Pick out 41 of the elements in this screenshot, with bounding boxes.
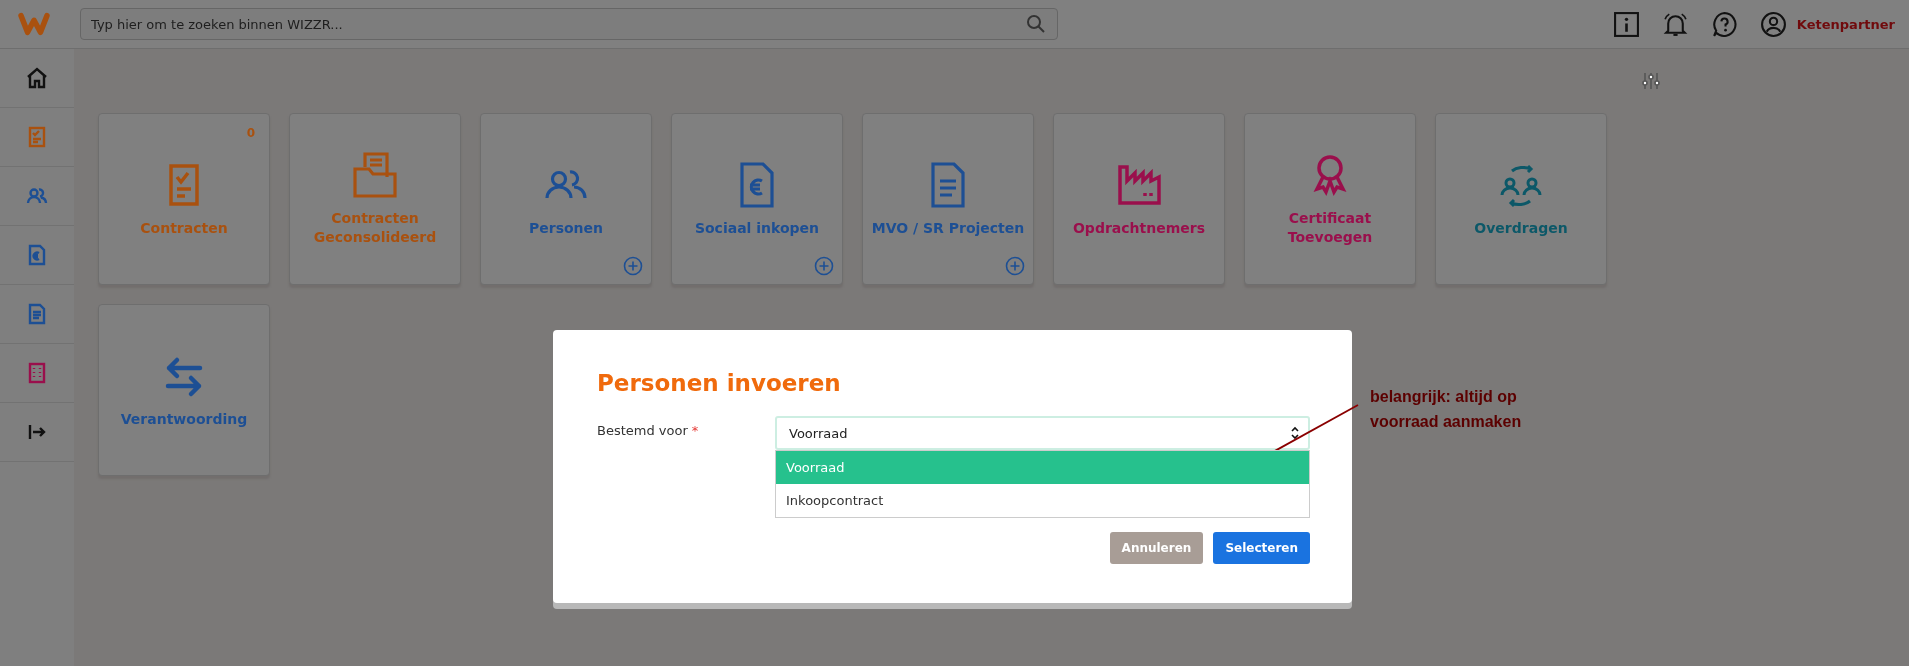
annotation-text: belangrijk: altijd op voorraad aanmaken [1370,387,1522,432]
tile-label: Contracten Geconsolideerd [313,209,437,247]
user-icon[interactable] [1759,10,1787,38]
dashboard-tile[interactable]: Sociaal inkopen [671,113,843,285]
select-button[interactable]: Selecteren [1213,532,1310,564]
select-field[interactable]: Voorraad [775,416,1310,450]
home-icon[interactable] [25,66,49,90]
search-icon[interactable] [1026,14,1046,34]
folder-icon [351,151,399,199]
dashboard-tile[interactable]: Personen [480,113,652,285]
add-icon[interactable] [623,256,643,276]
tile-label: Personen [528,218,603,238]
tile-label: Sociaal inkopen [694,218,820,238]
sliders-icon[interactable] [1641,71,1661,91]
dashboard-tile[interactable]: Certificaat Toevoegen [1244,113,1416,285]
dropdown-option[interactable]: Voorraad [776,451,1309,484]
tile-label: Opdrachtnemers [1072,218,1205,238]
dashboard-tile[interactable]: Overdragen [1435,113,1607,285]
dashboard-tile[interactable]: MVO / SR Projecten [862,113,1034,285]
modal-title: Personen invoeren [597,370,842,396]
required-mark: * [691,423,699,438]
dropdown-option[interactable]: Inkoopcontract [776,484,1309,517]
dashboard-tile[interactable]: Opdrachtnemers [1053,113,1225,285]
dashboard-tile[interactable]: Contracten Geconsolideerd [289,113,461,285]
dashboard-tile[interactable]: 0 Contracten [98,113,270,285]
dashboard-tile[interactable]: Verantwoording [98,304,270,476]
sort-caret-icon [1290,425,1300,441]
count-label: 0 [246,126,255,140]
user-name[interactable]: Ketenpartner [1796,16,1895,32]
field-label: Bestemd voor [597,423,688,438]
logo-icon[interactable] [18,12,50,36]
add-icon[interactable] [814,256,834,276]
info-icon[interactable] [1612,10,1640,38]
add-icon[interactable] [1005,256,1025,276]
help-icon[interactable] [1710,10,1738,38]
tile-label: Certificaat Toevoegen [1287,209,1373,247]
search-field[interactable]: Typ hier om te zoeken binnen WIZZR... [80,8,1058,40]
tile-label: MVO / SR Projecten [871,218,1025,238]
tile-label: Contracten [140,218,228,238]
tile-label: Overdragen [1474,218,1568,238]
tile-label: Verantwoording [120,409,248,429]
